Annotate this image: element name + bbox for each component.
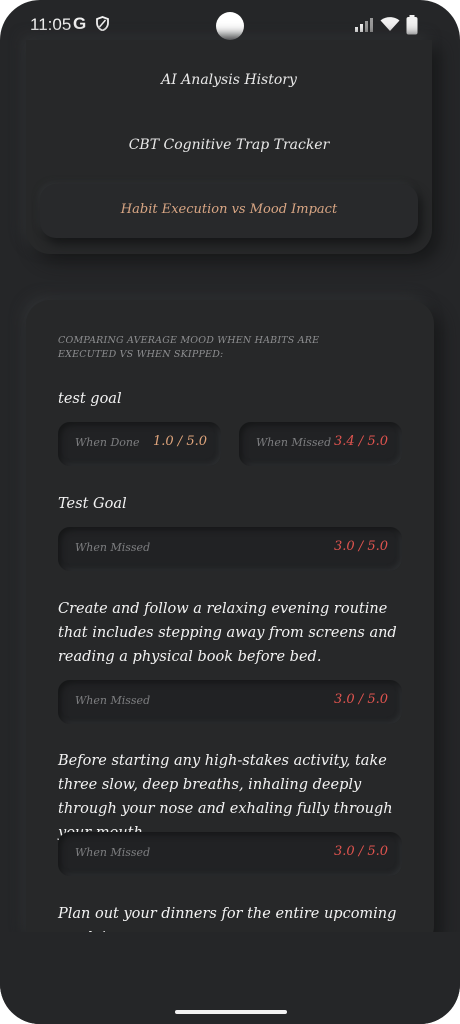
when-missed-value: 3.4 / 5.0 — [334, 434, 388, 449]
navigation-card: AI Analysis History CBT Cognitive Trap T… — [26, 40, 432, 254]
when-missed-stat: When Missed 3.0 / 5.0 — [58, 832, 402, 876]
when-missed-label: When Missed — [75, 694, 151, 707]
google-icon: G — [73, 14, 87, 33]
status-time: 11:05 — [30, 15, 72, 34]
when-missed-label: When Missed — [75, 846, 151, 859]
when-missed-stat: When Missed 3.4 / 5.0 — [239, 422, 402, 466]
when-done-stat: When Done 1.0 / 5.0 — [58, 422, 221, 466]
nav-item-habit-vs-mood-label: Habit Execution vs Mood Impact — [120, 202, 338, 217]
when-missed-value: 3.0 / 5.0 — [334, 844, 388, 859]
when-missed-label: When Missed — [75, 541, 151, 554]
nav-item-habit-vs-mood-active[interactable]: Habit Execution vs Mood Impact — [40, 184, 418, 238]
camera-cutout — [216, 12, 244, 40]
when-done-value: 1.0 / 5.0 — [153, 434, 207, 449]
home-indicator[interactable] — [175, 1010, 287, 1014]
when-done-label: When Done — [75, 436, 140, 449]
battery-icon — [406, 15, 418, 35]
when-missed-label: When Missed — [256, 436, 332, 449]
habit-title: Before starting any high-stakes activity… — [58, 753, 393, 841]
nav-item-ai-analysis-history[interactable]: AI Analysis History — [26, 72, 432, 88]
habit-title: Create and follow a relaxing evening rou… — [58, 601, 397, 665]
habit-title: Test Goal — [58, 496, 127, 512]
habit-title: test goal — [58, 391, 122, 407]
when-missed-stat: When Missed 3.0 / 5.0 — [58, 527, 402, 571]
nav-item-cbt-trap-tracker[interactable]: CBT Cognitive Trap Tracker — [26, 137, 432, 153]
phone-screen: 11:05 G AI Analysis History CBT Cognitiv… — [0, 0, 460, 1024]
section-subtitle: COMPARING AVERAGE MOOD WHEN HABITS ARE E… — [58, 335, 320, 360]
wifi-icon — [380, 17, 400, 31]
when-missed-value: 3.0 / 5.0 — [334, 539, 388, 554]
when-missed-value: 3.0 / 5.0 — [334, 692, 388, 707]
when-missed-stat: When Missed 3.0 / 5.0 — [58, 680, 402, 724]
signal-icon — [355, 18, 373, 32]
habit-mood-card: COMPARING AVERAGE MOOD WHEN HABITS ARE E… — [26, 300, 434, 950]
shield-icon — [96, 16, 109, 31]
